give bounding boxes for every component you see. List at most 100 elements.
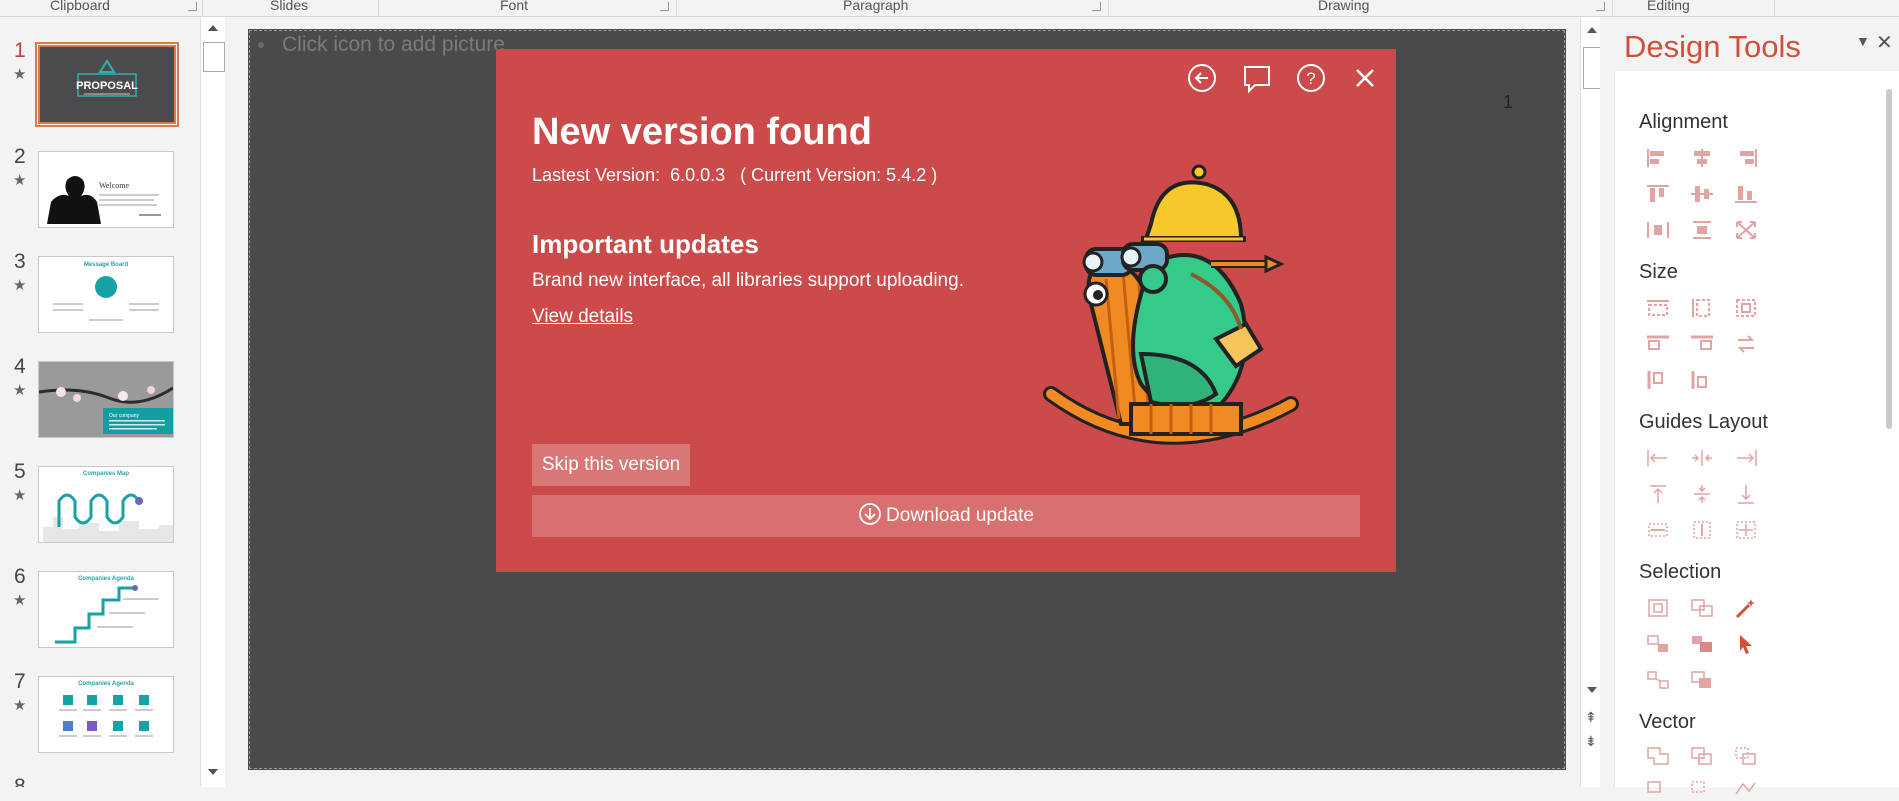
section-selection: Selection: [1639, 561, 1722, 583]
same-height-icon[interactable]: [1689, 297, 1715, 319]
dialog-title: New version found: [532, 111, 872, 153]
slide-thumbnail-5[interactable]: Companies Map: [38, 466, 174, 543]
align-right-icon[interactable]: [1733, 147, 1759, 169]
placeholder-text: Click icon to add picture: [282, 33, 505, 56]
union-icon[interactable]: [1645, 745, 1671, 767]
guide-fill-h-icon[interactable]: [1645, 519, 1671, 541]
height-to-top-icon[interactable]: [1645, 369, 1671, 391]
thumbnail-number: 5: [14, 460, 26, 483]
ribbon-divider: [1774, 0, 1775, 16]
thumbnail-number: 4: [14, 355, 26, 378]
slide-thumbnails-pane: 1 ★ PROPOSAL 2 ★ Welcome 3 ★ Message Boa…: [0, 17, 232, 787]
pane-scrollbar[interactable]: [1886, 89, 1892, 429]
design-tools-pane: Design Tools ▼ ✕ Alignment Size Guides L…: [1600, 17, 1899, 795]
swap-size-icon[interactable]: [1733, 333, 1759, 355]
guide-fill-v-icon[interactable]: [1689, 519, 1715, 541]
ribbon-group-labels: Clipboard Slides Font Paragraph Drawing …: [0, 0, 1899, 17]
thumbnail-preview: Welcome: [47, 176, 161, 224]
slide-thumbnail-6[interactable]: Companies Agenda: [38, 571, 174, 648]
ribbon-divider: [676, 0, 677, 16]
comment-icon[interactable]: [1240, 61, 1274, 95]
help-icon[interactable]: ?: [1294, 61, 1328, 95]
select-similar-icon[interactable]: [1645, 633, 1671, 655]
select-group-icon[interactable]: [1645, 669, 1671, 691]
slide-thumbnail-2[interactable]: Welcome: [38, 151, 174, 228]
guide-top-icon[interactable]: [1645, 483, 1671, 505]
drawing-launcher-icon[interactable]: [1596, 2, 1605, 11]
slide-thumbnail-3[interactable]: Message Board: [38, 256, 174, 333]
scroll-down-icon[interactable]: [208, 769, 218, 775]
align-middle-icon[interactable]: [1689, 183, 1715, 205]
scroll-down-icon[interactable]: [1587, 687, 1597, 693]
guide-right-icon[interactable]: [1733, 447, 1759, 469]
width-to-left-icon[interactable]: [1645, 333, 1671, 355]
thumbnail-number: 7: [14, 670, 26, 693]
section-guides-layout: Guides Layout: [1639, 411, 1768, 433]
skip-version-button[interactable]: Skip this version: [532, 444, 690, 486]
height-to-bottom-icon[interactable]: [1689, 369, 1715, 391]
thumbnail-title: Message Board: [84, 262, 129, 268]
placeholder-bullet: [258, 42, 264, 48]
thumbnail-title: PROPOSAL: [76, 80, 138, 92]
fragment-icon[interactable]: [1733, 745, 1759, 767]
pane-body: Alignment Size Guides Layout Selection V…: [1614, 71, 1899, 795]
slide-thumbnail-7[interactable]: Companies Agenda: [38, 676, 174, 753]
ribbon-divider: [1108, 0, 1109, 16]
slide-thumbnail-1[interactable]: PROPOSAL: [35, 42, 179, 127]
select-behind-icon[interactable]: [1689, 669, 1715, 691]
close-icon[interactable]: [1348, 61, 1382, 95]
align-center-icon[interactable]: [1689, 147, 1715, 169]
align-left-icon[interactable]: [1645, 147, 1671, 169]
scroll-up-icon[interactable]: [1587, 27, 1597, 33]
section-vector: Vector: [1639, 711, 1696, 733]
previous-slide-icon[interactable]: ⇞: [1585, 709, 1597, 726]
magic-wand-icon[interactable]: [1733, 597, 1759, 619]
thumbnail-title: Our company: [109, 413, 140, 419]
slide-thumbnail-4[interactable]: Our company: [38, 361, 174, 438]
intersect-icon[interactable]: [1645, 779, 1671, 801]
same-size-icon[interactable]: [1733, 297, 1759, 319]
picture-placeholder[interactable]: Click icon to add picture: [258, 33, 505, 57]
expand-icon[interactable]: [1733, 219, 1759, 241]
paragraph-launcher-icon[interactable]: [1092, 2, 1101, 11]
thumbnails-scrollbar[interactable]: [200, 17, 225, 787]
update-description: Brand new interface, all libraries suppo…: [532, 270, 964, 291]
download-update-button[interactable]: Download update: [532, 495, 1360, 537]
combine-icon[interactable]: [1689, 745, 1715, 767]
distribute-horizontal-icon[interactable]: [1645, 219, 1671, 241]
same-width-icon[interactable]: [1645, 297, 1671, 319]
thumbnail-title: Welcome: [99, 181, 129, 190]
scroll-up-icon[interactable]: [208, 25, 218, 31]
scrollbar-thumb[interactable]: [203, 42, 225, 72]
pane-title: Design Tools: [1624, 29, 1801, 64]
pointer-icon[interactable]: [1733, 633, 1759, 655]
pane-options-icon[interactable]: ▼: [1856, 33, 1870, 49]
width-to-right-icon[interactable]: [1689, 333, 1715, 355]
thumbnail-title: Companies Agenda: [78, 681, 134, 687]
font-launcher-icon[interactable]: [660, 2, 669, 11]
subtract-icon[interactable]: [1689, 779, 1715, 801]
select-fill-icon[interactable]: [1689, 633, 1715, 655]
guide-bottom-icon[interactable]: [1733, 483, 1759, 505]
select-same-size-icon[interactable]: [1689, 597, 1715, 619]
guide-center-v-icon[interactable]: [1689, 483, 1715, 505]
pane-close-icon[interactable]: ✕: [1876, 30, 1893, 55]
guide-fill-all-icon[interactable]: [1733, 519, 1759, 541]
thumbnail-preview: Companies Agenda: [59, 681, 153, 737]
download-icon: [859, 503, 881, 525]
distribute-vertical-icon[interactable]: [1689, 219, 1715, 241]
ribbon-group-slides: Slides: [270, 0, 309, 13]
view-details-link[interactable]: View details: [532, 306, 633, 328]
align-top-icon[interactable]: [1645, 183, 1671, 205]
back-icon[interactable]: [1185, 61, 1219, 95]
ribbon-divider: [378, 0, 379, 16]
guide-center-h-icon[interactable]: [1689, 447, 1715, 469]
thumbnail-title: Companies Agenda: [78, 576, 134, 582]
ribbon-group-editing: Editing: [1647, 0, 1690, 13]
clipboard-launcher-icon[interactable]: [188, 2, 197, 11]
next-slide-icon[interactable]: ⇟: [1585, 733, 1597, 750]
guide-left-icon[interactable]: [1645, 447, 1671, 469]
align-bottom-icon[interactable]: [1733, 183, 1759, 205]
edit-points-icon[interactable]: [1733, 779, 1759, 801]
select-same-shape-icon[interactable]: [1645, 597, 1671, 619]
